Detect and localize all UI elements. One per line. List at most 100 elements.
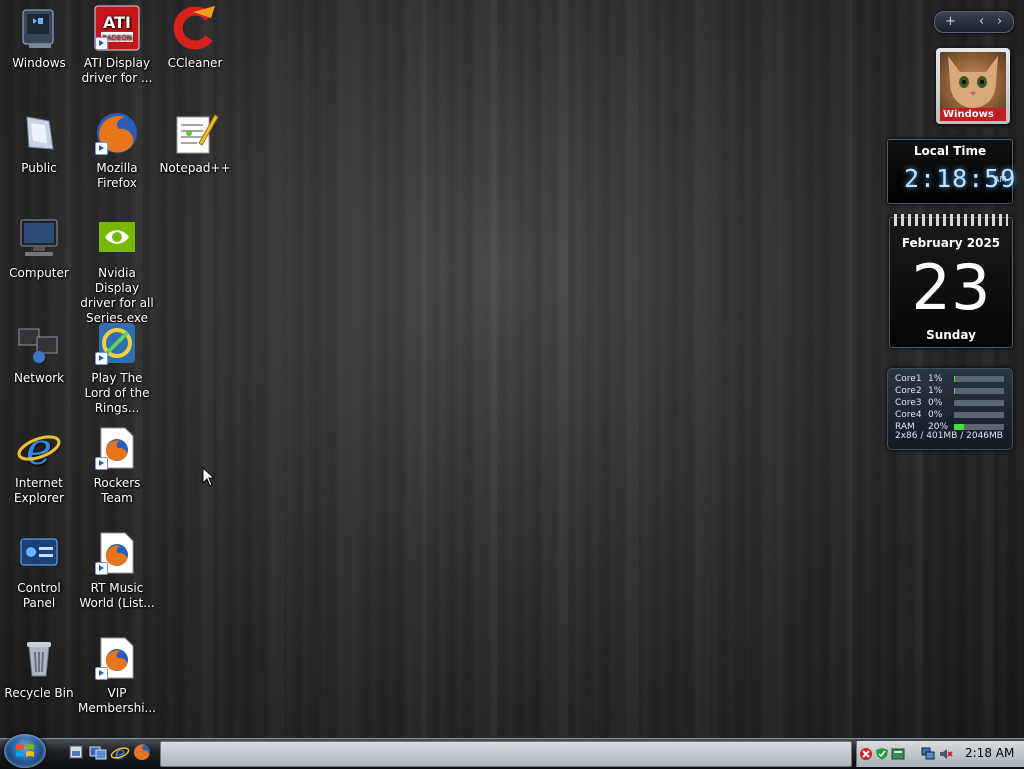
desktop-icon-label: Recycle Bin xyxy=(4,686,74,700)
firefox-icon[interactable] xyxy=(132,742,152,762)
internet-explorer-icon[interactable]: e xyxy=(110,742,130,764)
desktop-icon-nvidia-driver[interactable]: Nvidia Display driver for all Series.exe xyxy=(78,214,156,326)
desktop-icon-label: Mozilla Firefox xyxy=(96,161,138,190)
desktop-icon-rt-music-world[interactable]: RT Music World (List... xyxy=(78,529,156,611)
desktop-icon-label: Windows xyxy=(12,56,66,70)
app-tray-icon[interactable] xyxy=(891,746,905,760)
previous-page-button[interactable]: ‹ xyxy=(979,12,984,32)
shortcut-arrow-icon xyxy=(95,562,108,575)
calendar-rings xyxy=(894,214,1008,226)
shortcut-arrow-icon xyxy=(95,37,108,50)
desktop-icon-firefox[interactable]: Mozilla Firefox xyxy=(78,109,156,191)
svg-text:e: e xyxy=(26,424,52,472)
desktop-icon-label: VIP Membershi... xyxy=(78,686,156,715)
calendar-gadget[interactable]: February 2025 23 Sunday xyxy=(889,214,1013,348)
cpu-row-percent: 1% xyxy=(928,386,943,396)
cpu-row-core3: Core3 0% xyxy=(895,397,1007,409)
cpu-row-core2: Core2 1% xyxy=(895,385,1007,397)
shortcut-arrow-icon xyxy=(95,352,108,365)
desktop-icon-ccleaner[interactable]: CCleaner xyxy=(156,4,234,71)
cpu-row-bar xyxy=(954,424,1004,430)
desktop-icon-label: RT Music World (List... xyxy=(79,581,155,610)
firefox-document-icon xyxy=(93,529,141,577)
cpu-row-fill xyxy=(954,376,955,382)
desktop-icon-vip-membership[interactable]: VIP Membershi... xyxy=(78,634,156,716)
shortcut-arrow-icon xyxy=(95,142,108,155)
computer-icon xyxy=(15,214,63,262)
desktop-icon-label: Public xyxy=(21,161,57,175)
desktop-icon-label: ATI Display driver for ... xyxy=(81,56,153,85)
switch-windows-icon[interactable] xyxy=(88,742,108,762)
shield-check-icon[interactable] xyxy=(875,746,889,760)
clock-ampm: AM xyxy=(994,175,1007,184)
volume-muted-icon[interactable] xyxy=(939,746,953,760)
calendar-weekday: Sunday xyxy=(926,328,976,342)
sidebar-controls: + ‹ › xyxy=(934,11,1014,33)
svg-text:e: e xyxy=(115,743,126,762)
windows-logo-icon xyxy=(16,744,34,757)
cpu-row-percent: 1% xyxy=(928,374,943,384)
desktop-icon-rockers-team[interactable]: Rockers Team xyxy=(78,424,156,506)
cpu-row-name: Core1 xyxy=(895,374,922,384)
firefox-icon xyxy=(93,109,141,157)
tray-clock[interactable]: 2:18 AM xyxy=(965,746,1014,760)
add-gadget-button[interactable]: + xyxy=(945,12,956,32)
cpu-row-core4: Core4 0% xyxy=(895,409,1007,421)
desktop-icon-label: CCleaner xyxy=(167,56,223,70)
kitten-photo xyxy=(940,52,1006,110)
notepad-plus-icon xyxy=(171,109,219,157)
desktop-icon-windows[interactable]: Windows xyxy=(0,4,78,71)
cpu-row-name: Core4 xyxy=(895,410,922,420)
cpu-row-fill xyxy=(954,424,964,430)
firefox-document-icon xyxy=(93,424,141,472)
cpu-row-bar xyxy=(954,412,1004,418)
next-page-button[interactable]: › xyxy=(997,12,1002,32)
desktop-icon-internet-explorer[interactable]: e Internet Explorer xyxy=(0,424,78,506)
cpu-row-percent: 0% xyxy=(928,398,943,408)
desktop-icon-label: Play The Lord of the Rings... xyxy=(84,371,150,415)
desktop-icon-label: Internet Explorer xyxy=(14,476,64,505)
security-alert-icon[interactable] xyxy=(859,746,873,760)
desktop-icon-notepad-plus[interactable]: Notepad++ xyxy=(156,109,234,176)
cpu-row-bar xyxy=(954,376,1004,382)
public-folder-icon xyxy=(15,109,63,157)
slideshow-gadget[interactable]: Windows xyxy=(936,48,1010,124)
mouse-cursor-icon xyxy=(202,467,216,487)
control-panel-icon xyxy=(15,529,63,577)
firefox-document-icon xyxy=(93,634,141,682)
cpu-row-fill xyxy=(954,388,955,394)
shortcut-arrow-icon xyxy=(95,667,108,680)
windows-folder-icon xyxy=(15,4,63,52)
desktop-icon-ati-driver[interactable]: ATI RADEON ATI Display driver for ... xyxy=(78,4,156,86)
desktop-icon-public[interactable]: Public xyxy=(0,109,78,176)
desktop-icon-computer[interactable]: Computer xyxy=(0,214,78,281)
desktop-icon-lotr-game[interactable]: Play The Lord of the Rings... xyxy=(78,319,156,416)
network-icon xyxy=(15,319,63,367)
cpu-row-bar xyxy=(954,388,1004,394)
start-button[interactable] xyxy=(4,734,46,768)
ccleaner-icon xyxy=(171,4,219,52)
nvidia-icon xyxy=(93,214,141,262)
internet-explorer-icon: e xyxy=(15,424,63,472)
clock-gadget[interactable]: Local Time 2:18:59 AM xyxy=(887,139,1015,204)
clock-title: Local Time xyxy=(913,144,987,158)
desktop-icon-network[interactable]: Network xyxy=(0,319,78,386)
desktop-icon-recycle-bin[interactable]: Recycle Bin xyxy=(0,634,78,701)
cpu-row-bar xyxy=(954,400,1004,406)
desktop-icon-label: Computer xyxy=(9,266,69,280)
svg-text:ATI: ATI xyxy=(103,13,131,32)
show-desktop-icon[interactable] xyxy=(66,742,86,762)
taskbar-window-area[interactable] xyxy=(160,741,852,767)
desktop-icon-label: Nvidia Display driver for all Series.exe xyxy=(80,266,154,325)
desktop-icon-label: Rockers Team xyxy=(93,476,141,505)
ati-radeon-icon: ATI RADEON xyxy=(93,4,141,52)
photo-caption: Windows xyxy=(940,108,1006,121)
network-tray-icon[interactable] xyxy=(921,746,935,760)
cpu-row-percent: 0% xyxy=(928,410,943,420)
cpu-row-core1: Core1 1% xyxy=(895,373,1007,385)
desktop-icon-control-panel[interactable]: Control Panel xyxy=(0,529,78,611)
cpu-row-name: Core2 xyxy=(895,386,922,396)
cpu-meter-gadget[interactable]: Core1 1% Core2 1% Core3 0% Core4 0% RAM … xyxy=(887,368,1013,450)
desktop-icon-label: Control Panel xyxy=(17,581,61,610)
cpu-row-name: Core3 xyxy=(895,398,922,408)
